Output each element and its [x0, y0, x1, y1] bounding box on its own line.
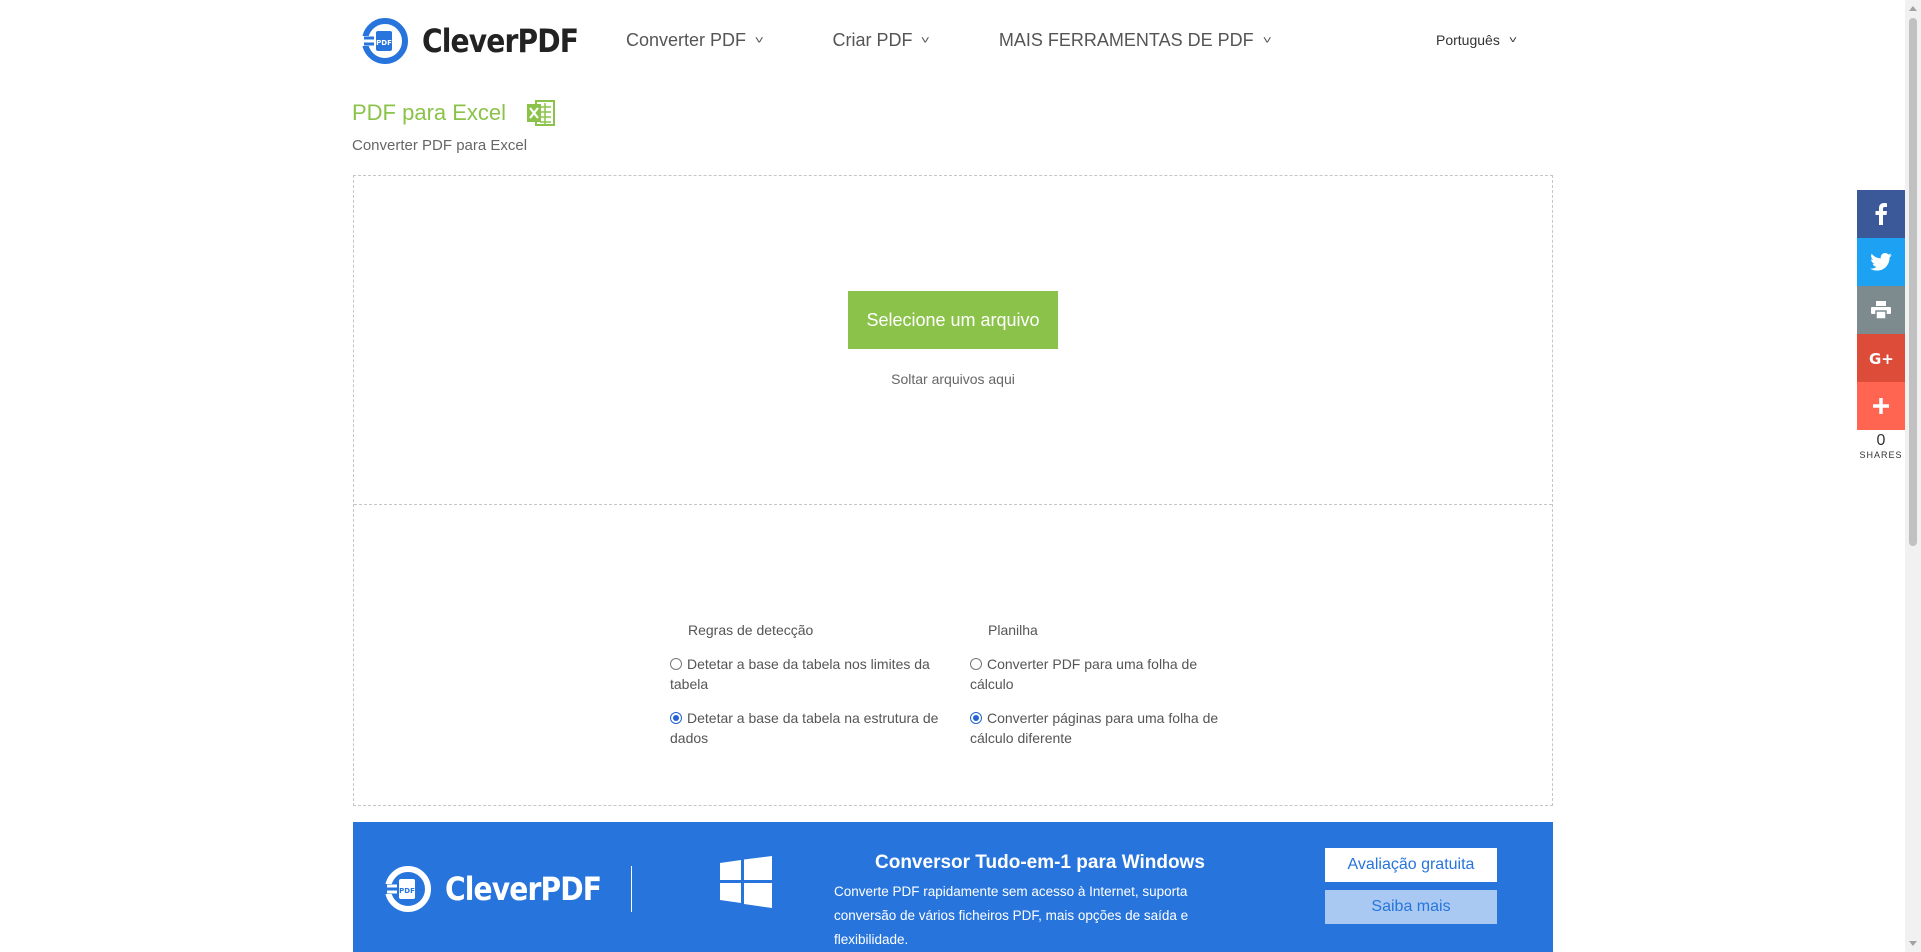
language-label: Português: [1436, 32, 1500, 48]
drop-files-hint: Soltar arquivos aqui: [891, 371, 1015, 387]
free-trial-button[interactable]: Avaliação gratuita: [1325, 848, 1497, 882]
excel-icon: [527, 100, 556, 126]
nav-item-label: MAIS FERRAMENTAS DE PDF: [998, 30, 1254, 50]
scroll-up-arrow-icon[interactable]: [1909, 6, 1917, 11]
detection-option-table-limits[interactable]: Detetar a base da tabela nos limites da …: [670, 654, 940, 694]
windows-icon: [720, 856, 772, 908]
site-header: PDF CleverPDF Converter PDF ˅ Criar PDF …: [0, 0, 1905, 88]
share-count: 0: [1876, 432, 1886, 449]
nav-item-label: Converter PDF: [626, 30, 747, 50]
banner-brand-name: CleverPDF: [445, 870, 602, 908]
google-plus-icon: G+: [1869, 350, 1893, 366]
nav-converter-pdf[interactable]: Converter PDF ˅: [626, 30, 764, 51]
option-label: Converter páginas para uma folha de cálc…: [970, 710, 1219, 746]
detection-option-data-structure[interactable]: Detetar a base da tabela na estrutura de…: [670, 708, 940, 748]
banner-separator: [631, 866, 632, 912]
radio-button-checked[interactable]: [970, 712, 982, 724]
share-twitter-button[interactable]: [1857, 238, 1905, 286]
cleverpdf-logo-icon: PDF: [385, 866, 431, 912]
select-file-button[interactable]: Selecione um arquivo: [848, 291, 1058, 349]
radio-button[interactable]: [970, 658, 982, 670]
svg-text:PDF: PDF: [399, 887, 415, 895]
page-title: PDF para Excel: [352, 98, 556, 128]
plus-icon: [1873, 398, 1889, 414]
nav-criar-pdf[interactable]: Criar PDF ˅: [832, 30, 931, 51]
option-label: Converter PDF para uma folha de cálculo: [970, 656, 1198, 692]
print-icon: [1871, 301, 1891, 319]
detection-rules-group: Regras de detecção Detetar a base da tab…: [670, 622, 940, 762]
social-share-bar: G+ 0 SHARES: [1857, 190, 1905, 460]
svg-text:PDF: PDF: [376, 39, 392, 47]
sheet-option-single[interactable]: Converter PDF para uma folha de cálculo: [970, 654, 1240, 694]
upload-dropzone[interactable]: Selecione um arquivo Soltar arquivos aqu…: [353, 175, 1553, 806]
sheet-heading: Planilha: [988, 622, 1038, 638]
share-label: SHARES: [1859, 450, 1903, 460]
scroll-down-arrow-icon[interactable]: [1909, 941, 1917, 946]
banner-description: Converte PDF rapidamente sem acesso à In…: [834, 884, 1189, 947]
cleverpdf-logo[interactable]: PDF CleverPDF: [362, 18, 599, 64]
banner-title: Conversor Tudo-em-1 para Windows: [875, 852, 1205, 873]
share-facebook-button[interactable]: [1857, 190, 1905, 238]
facebook-icon: [1875, 203, 1887, 225]
share-google-plus-button[interactable]: G+: [1857, 334, 1905, 382]
detection-rules-heading: Regras de detecção: [688, 622, 814, 638]
share-more-button[interactable]: [1857, 382, 1905, 430]
sheet-options-group: Planilha Converter PDF para uma folha de…: [970, 622, 1240, 762]
windows-promo-banner: PDF CleverPDF Conversor Tudo-em-1 para W…: [353, 822, 1553, 952]
radio-button[interactable]: [670, 658, 682, 670]
chevron-down-icon: ˅: [921, 34, 931, 47]
chevron-down-icon: ˅: [754, 34, 764, 47]
panel-divider: [354, 504, 1552, 505]
option-label: Detetar a base da tabela na estrutura de…: [670, 710, 939, 746]
page-subtitle: Converter PDF para Excel: [352, 137, 528, 154]
sheet-option-per-page[interactable]: Converter páginas para uma folha de cálc…: [970, 708, 1240, 748]
chevron-down-icon: ˅: [1262, 34, 1272, 47]
brand-name: CleverPDF: [422, 22, 579, 60]
page-title-text: PDF para Excel: [352, 100, 507, 125]
language-selector[interactable]: Português ˅: [1436, 32, 1517, 48]
banner-logo: PDF CleverPDF: [385, 866, 622, 912]
chevron-down-icon: ˅: [1508, 34, 1517, 46]
learn-more-button[interactable]: Saiba mais: [1325, 890, 1497, 924]
page-scrollbar[interactable]: [1905, 0, 1921, 952]
option-label: Detetar a base da tabela nos limites da …: [670, 656, 930, 692]
share-print-button[interactable]: [1857, 286, 1905, 334]
nav-mais-ferramentas[interactable]: MAIS FERRAMENTAS DE PDF ˅: [998, 30, 1272, 51]
nav-item-label: Criar PDF: [832, 30, 913, 50]
radio-button-checked[interactable]: [670, 712, 682, 724]
twitter-icon: [1870, 253, 1892, 271]
scrollbar-thumb[interactable]: [1909, 18, 1917, 546]
svg-text:G+: G+: [1869, 350, 1893, 366]
main-nav: Converter PDF ˅ Criar PDF ˅ MAIS FERRAME…: [626, 30, 1340, 51]
cleverpdf-logo-icon: PDF: [362, 18, 408, 64]
